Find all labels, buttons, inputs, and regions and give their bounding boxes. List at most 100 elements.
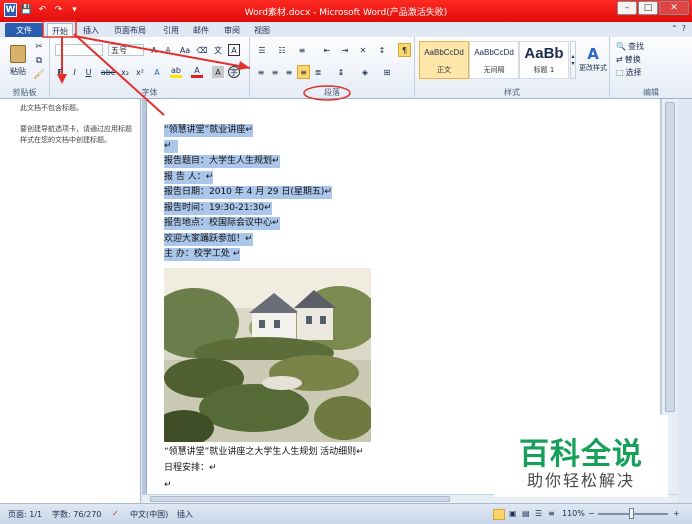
format-painter-icon[interactable]: 🖌 [33,69,45,81]
style-heading-1[interactable]: AaBb 标题 1 [519,41,569,79]
status-page[interactable]: 页面: 1/1 [8,509,42,520]
status-language[interactable]: 中文(中国) [130,509,168,520]
style-no-spacing-sample: AaBbCcDd [474,48,514,57]
clipboard-group-label: 剪贴板 [12,88,37,97]
tab-insert[interactable]: 插入 [79,23,103,37]
tab-mailings[interactable]: 邮件 [189,23,213,37]
full-screen-view-icon[interactable]: ▣ [509,509,517,518]
close-button[interactable]: ✕ [659,1,689,15]
bold-button[interactable]: B [55,66,66,78]
tab-home[interactable]: 开始 [47,23,73,37]
document-picture[interactable] [164,268,371,442]
doc-line[interactable]: 日程安排：↵ [164,462,217,475]
change-styles-label: 更改样式 [579,64,607,72]
cut-icon[interactable]: ✂ [33,41,45,53]
zoom-out-icon[interactable]: − [588,509,595,518]
shrink-font-icon[interactable]: A [162,44,174,56]
doc-line[interactable]: ↵ [164,479,172,492]
increase-indent-icon[interactable]: ⇥ [338,44,352,56]
text-effects-icon[interactable]: A [151,66,163,78]
doc-line[interactable]: 报告题目：大学生人生规划↵ [164,155,280,168]
zoom-level[interactable]: 110% [562,509,585,518]
editing-group: 🔍 查找 ⇄ 替换 ⬚ 选择 编辑 [610,37,692,99]
find-button[interactable]: 🔍 查找 [616,40,644,52]
font-color-icon[interactable]: A [191,66,203,78]
proofing-icon[interactable]: ✓ [112,509,119,518]
navigation-pane: 此文档不包含标题。 要创建导航选项卡，请通过应用标题样式在您的文档中创建标题。 [0,99,141,503]
distributed-button[interactable]: ≣ [312,66,324,78]
numbering-icon[interactable]: ☷ [275,44,289,56]
title-bar: W 💾 ↶ ↷ ▾ Word素材.docx - Microsoft Word(产… [0,0,692,22]
shading-icon[interactable]: ◈ [358,66,372,78]
vertical-scroll-thumb[interactable] [665,102,675,412]
tab-page-layout[interactable]: 页面布局 [110,23,150,37]
copy-icon[interactable]: ⧉ [33,55,45,67]
tab-view[interactable]: 视图 [250,23,274,37]
doc-line[interactable]: 报告时间：19:30-21:30↵ [164,202,272,215]
line-spacing-icon[interactable]: ↨ [334,66,348,78]
doc-line[interactable]: ↵ [164,140,178,153]
show-marks-icon[interactable]: ¶ [398,43,411,57]
status-word-count[interactable]: 字数: 76/270 [52,509,101,520]
align-center-button[interactable]: ≡ [269,66,281,78]
print-layout-view-icon[interactable] [493,509,505,520]
style-no-spacing[interactable]: AaBbCcDd 无间隔 [469,41,519,79]
doc-line[interactable]: “领慧讲堂”就业讲座↵ [164,124,253,137]
strikethrough-button[interactable]: abc [101,66,115,78]
replace-button[interactable]: ⇄ 替换 [616,53,641,65]
align-left-button[interactable]: ≡ [255,66,267,78]
justify-button[interactable]: ≡ [297,65,310,79]
italic-button[interactable]: I [69,66,80,78]
grow-font-icon[interactable]: A [148,44,160,56]
ribbon-tabs: 文件 开始 插入 页面布局 引用 邮件 审阅 视图 ⌃ ? [0,22,692,37]
clipboard-group: 粘贴 ✂ ⧉ 🖌 剪贴板 [0,37,50,99]
multilevel-list-icon[interactable]: ≡ [295,44,309,56]
character-border-icon[interactable]: A [228,44,240,56]
minimize-ribbon-icon[interactable]: ⌃ [671,24,678,33]
zoom-slider-thumb[interactable] [629,508,634,519]
superscript-button[interactable]: x² [134,66,146,78]
horizontal-scroll-thumb[interactable] [150,496,450,502]
sort-icon[interactable]: ↕ [376,44,388,56]
decrease-indent-icon[interactable]: ⇤ [320,44,334,56]
help-icon[interactable]: ? [682,24,686,33]
chinese-layout-icon[interactable]: ✕ [356,44,370,56]
doc-line[interactable]: 报告日期：2010 年 4 月 29 日(星期五)↵ [164,186,332,199]
enclose-characters-icon[interactable]: 字 [228,66,240,78]
replace-icon: ⇄ [616,54,623,64]
font-family-dropdown[interactable] [55,44,103,56]
watermark: 百科全说 助你轻松解决 [494,415,668,497]
doc-line[interactable]: 报 告 人：↵ [164,171,214,184]
doc-line[interactable]: 欢迎大家踊跃参加！↵ [164,233,253,246]
tab-file[interactable]: 文件 [5,23,43,37]
doc-line[interactable]: 主 办：校学工处 ↵ [164,248,241,261]
align-right-button[interactable]: ≡ [283,66,295,78]
doc-line[interactable]: 报告地点：校国际会议中心↵ [164,217,280,230]
select-button[interactable]: ⬚ 选择 [616,66,642,78]
web-layout-view-icon[interactable]: ▤ [522,509,530,518]
zoom-in-icon[interactable]: + [673,509,680,518]
status-insert-mode[interactable]: 插入 [177,509,193,520]
tab-review[interactable]: 审阅 [220,23,244,37]
paste-label: 粘贴 [10,67,26,76]
maximize-button[interactable]: □ [638,1,658,15]
draft-view-icon[interactable]: ≡ [548,509,555,518]
highlight-color-icon[interactable]: ab [170,66,182,78]
borders-icon[interactable]: ⊞ [380,66,394,78]
doc-line[interactable]: “领慧讲堂”就业讲座之大学生人生规划 活动细则↵ [164,446,364,459]
bullets-icon[interactable]: ☰ [255,44,269,56]
underline-button[interactable]: U [83,66,94,78]
clear-formatting-icon[interactable]: ⌫ [196,44,208,56]
subscript-button[interactable]: x₂ [119,66,131,78]
outline-view-icon[interactable]: ☰ [535,509,542,518]
minimize-button[interactable]: – [617,1,637,15]
change-styles-button[interactable]: A 更改样式 [576,39,610,79]
character-shading-icon[interactable]: A [212,66,224,78]
tab-references[interactable]: 引用 [159,23,183,37]
phonetic-guide-icon[interactable]: 文 [212,44,224,56]
font-size-dropdown[interactable]: 五号 [108,44,144,56]
style-normal[interactable]: AaBbCcDd 正文 [419,41,469,79]
change-case-icon[interactable]: Aa [178,44,192,56]
paste-button[interactable]: 粘贴 [6,41,30,81]
find-icon: 🔍 [616,41,626,51]
